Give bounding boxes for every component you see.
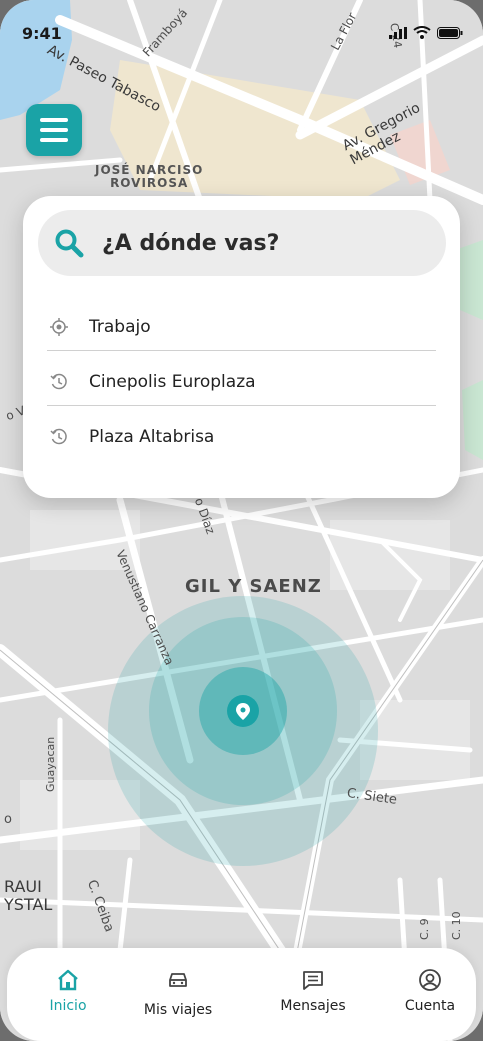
suggestion-label: Cinepolis Europlaza bbox=[89, 372, 256, 392]
search-icon bbox=[55, 229, 84, 258]
suggestion-item[interactable]: Plaza Altabrisa bbox=[47, 410, 436, 464]
district-label-line: YSTAL bbox=[4, 895, 53, 914]
bottom-navigation: Inicio Mis viajes Mensajes Cuenta bbox=[7, 948, 476, 1041]
street-label: C. 10 bbox=[450, 911, 463, 940]
divider bbox=[47, 350, 436, 351]
nav-label: Cuenta bbox=[404, 998, 456, 1014]
suggestion-label: Trabajo bbox=[89, 317, 151, 337]
home-icon bbox=[58, 969, 78, 991]
nav-label: Inicio bbox=[49, 998, 87, 1014]
nav-label: Mensajes bbox=[280, 998, 346, 1014]
history-icon bbox=[47, 425, 71, 449]
district-label: GIL Y SAENZ bbox=[185, 576, 322, 597]
nav-item-mis-viajes[interactable]: Mis viajes bbox=[123, 968, 233, 1018]
nav-item-inicio[interactable]: Inicio bbox=[13, 968, 123, 1014]
signal-icon bbox=[389, 26, 407, 39]
search-placeholder: ¿A dónde vas? bbox=[102, 230, 280, 256]
district-label-line: ROVIROSA bbox=[110, 176, 189, 190]
account-icon bbox=[419, 969, 441, 991]
suggestion-item[interactable]: Trabajo bbox=[47, 300, 436, 354]
menu-icon bbox=[40, 138, 68, 142]
street-label: C. 9 bbox=[418, 918, 431, 940]
search-input[interactable]: ¿A dónde vas? bbox=[38, 210, 446, 276]
map[interactable] bbox=[0, 0, 483, 1041]
battery-icon bbox=[437, 26, 463, 39]
nav-item-cuenta[interactable]: Cuenta bbox=[375, 968, 483, 1014]
suggestion-label: Plaza Altabrisa bbox=[89, 427, 215, 447]
target-icon bbox=[47, 315, 71, 339]
message-icon bbox=[303, 971, 323, 990]
phone-screen: Av. Paseo Tabasco Framboyá La Flor C 24 … bbox=[0, 0, 483, 1041]
menu-button[interactable] bbox=[26, 104, 82, 156]
menu-icon bbox=[40, 118, 68, 122]
menu-icon bbox=[40, 128, 68, 132]
search-card: ¿A dónde vas? Trabajo Cinepolis Europlaz… bbox=[23, 196, 460, 498]
wifi-icon bbox=[413, 26, 431, 39]
street-label: o bbox=[4, 812, 12, 827]
status-icons bbox=[389, 26, 463, 39]
car-icon bbox=[169, 973, 187, 987]
suggestion-item[interactable]: Cinepolis Europlaza bbox=[47, 355, 436, 409]
divider bbox=[47, 405, 436, 406]
status-bar: 9:41 bbox=[0, 0, 483, 70]
status-time: 9:41 bbox=[22, 24, 62, 43]
history-icon bbox=[47, 370, 71, 394]
street-label: Guayacan bbox=[44, 736, 57, 792]
district-label: RAUI YSTAL bbox=[4, 878, 52, 914]
nav-item-mensajes[interactable]: Mensajes bbox=[258, 968, 368, 1014]
district-label-line: RAUI bbox=[4, 877, 42, 896]
district-label: JOSÉ NARCISO ROVIROSA bbox=[95, 164, 203, 190]
nav-label: Mis viajes bbox=[143, 1002, 213, 1018]
